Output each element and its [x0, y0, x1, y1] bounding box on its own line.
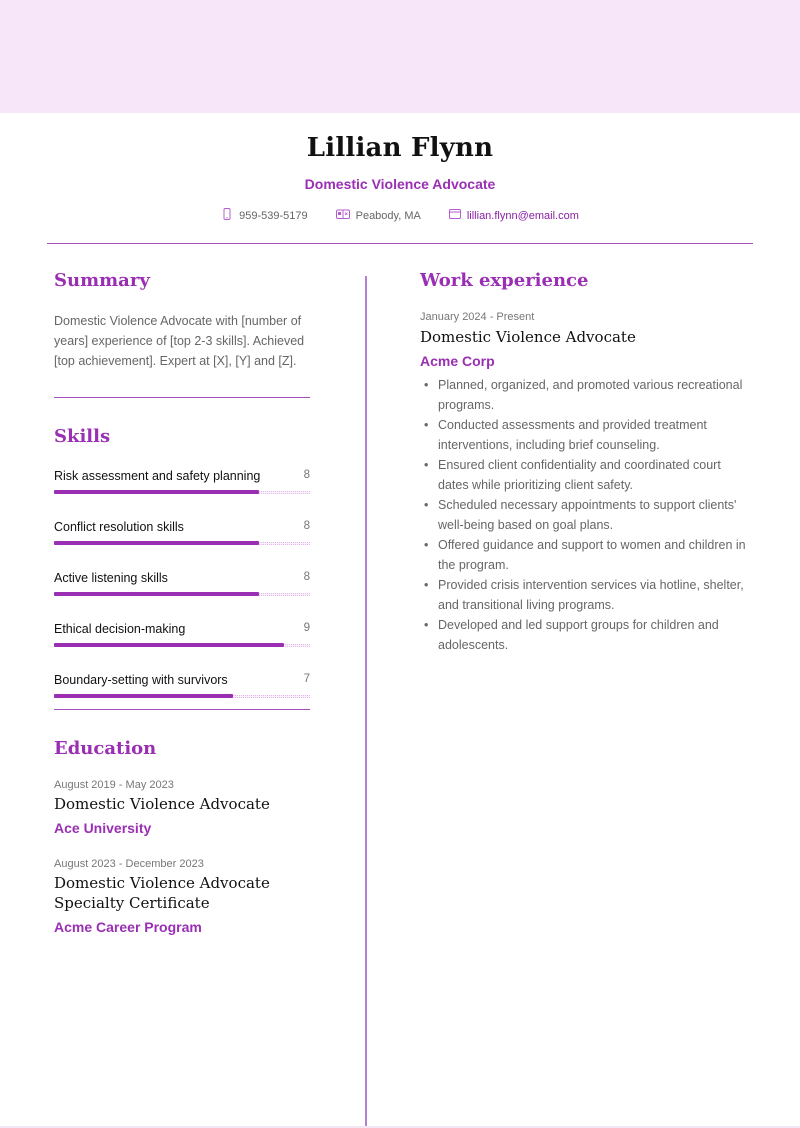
candidate-title: Domestic Violence Advocate [304, 176, 496, 192]
work-item: January 2024 - Present Domestic Violence… [420, 311, 750, 655]
skill-rating: 7 [303, 673, 310, 685]
education-school: Ace University [54, 820, 152, 836]
work-bullet: Provided crisis intervention services vi… [420, 575, 750, 615]
skill-bar-fill [54, 490, 259, 494]
education-section: Education August 2019 - May 2023 Domesti… [54, 738, 310, 935]
skill-bar-fill [54, 643, 284, 647]
skill-item: Conflict resolution skills 8 [54, 520, 310, 571]
education-heading: Education [54, 738, 157, 759]
skills-heading: Skills [54, 426, 111, 447]
column-divider [365, 276, 367, 1128]
skill-name: Risk assessment and safety planning [54, 469, 261, 483]
summary-text: Domestic Violence Advocate with [number … [54, 314, 305, 368]
education-school: Acme Career Program [54, 919, 202, 935]
skill-bar-fill [54, 541, 259, 545]
work-bullet: Scheduled necessary appointments to supp… [420, 495, 750, 535]
left-column: Summary Domestic Violence Advocate with … [54, 270, 310, 935]
education-date: August 2019 - May 2023 [54, 779, 174, 791]
skill-name: Conflict resolution skills [54, 520, 184, 534]
skill-rating: 8 [303, 520, 310, 532]
work-date: January 2024 - Present [420, 311, 535, 323]
skill-bar-fill [54, 694, 233, 698]
skill-rating: 9 [303, 622, 310, 634]
skill-bar-fill [54, 592, 259, 596]
skill-name: Boundary-setting with survivors [54, 673, 228, 687]
education-degree: Domestic Violence Advocate Specialty Cer… [54, 874, 270, 912]
work-heading: Work experience [420, 270, 589, 291]
work-bullet: Developed and led support groups for chi… [420, 615, 750, 655]
header-divider [47, 243, 753, 244]
contact-email[interactable]: lillian.flynn@email.com [448, 208, 579, 223]
work-role: Domestic Violence Advocate [420, 328, 636, 346]
education-degree: Domestic Violence Advocate [54, 795, 270, 813]
summary-heading: Summary [54, 270, 150, 291]
skill-name: Ethical decision-making [54, 622, 186, 636]
contact-row: 959-539-5179 Peabody, MA lillian.flynn@e… [0, 208, 800, 223]
email-icon [448, 208, 461, 223]
skill-rating: 8 [303, 571, 310, 583]
right-column: Work experience January 2024 - Present D… [420, 270, 750, 655]
skills-section: Skills Risk assessment and safety planni… [54, 426, 310, 724]
work-bullet: Conducted assessments and provided treat… [420, 415, 750, 455]
summary-separator [54, 397, 310, 398]
email-link[interactable]: lillian.flynn@email.com [467, 210, 579, 222]
contact-location: Peabody, MA [335, 208, 421, 223]
work-section: Work experience January 2024 - Present D… [420, 270, 750, 655]
phone-icon [221, 208, 233, 223]
skill-rating: 8 [303, 469, 310, 481]
skill-item: Active listening skills 8 [54, 571, 310, 622]
work-company: Acme Corp [420, 353, 495, 369]
skill-item: Ethical decision-making 9 [54, 622, 310, 673]
education-item: August 2019 - May 2023 Domestic Violence… [54, 779, 310, 836]
work-bullet: Ensured client confidentiality and coord… [420, 455, 750, 495]
education-date: August 2023 - December 2023 [54, 858, 204, 870]
contact-phone: 959-539-5179 [221, 208, 308, 223]
location-icon [335, 208, 350, 223]
work-bullet: Offered guidance and support to women an… [420, 535, 750, 575]
candidate-name: Lillian Flynn [306, 133, 494, 163]
skills-list: Risk assessment and safety planning 8 Conf… [54, 469, 310, 724]
summary-section: Summary Domestic Violence Advocate with … [54, 270, 310, 371]
skill-item: Risk assessment and safety planning 8 [54, 469, 310, 520]
education-item: August 2023 - December 2023 Domestic Vio… [54, 858, 310, 935]
work-bullet: Planned, organized, and promoted various… [420, 375, 750, 415]
skill-item: Boundary-setting with survivors 7 [54, 673, 310, 724]
skill-name: Active listening skills [54, 571, 168, 585]
location-text: Peabody, MA [355, 209, 421, 222]
header-banner [0, 0, 800, 113]
work-bullets: Planned, organized, and promoted various… [420, 375, 750, 655]
phone-text: 959-539-5179 [239, 209, 308, 222]
